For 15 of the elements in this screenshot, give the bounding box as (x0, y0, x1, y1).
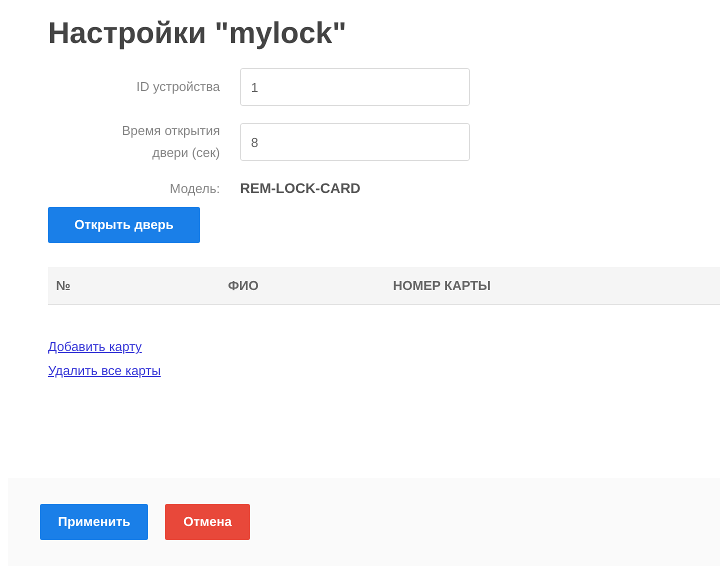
column-header: НОМЕР КАРТЫ (393, 276, 492, 295)
model-value: REM-LOCK-CARD (240, 179, 361, 198)
column-header: № (56, 276, 72, 295)
page-title: Настройки "mylock" (48, 16, 348, 52)
field-label: Время открытия двери (сек) (120, 122, 220, 162)
apply-button[interactable]: Применить (40, 504, 148, 540)
model-label: Модель: (168, 180, 220, 198)
action-link[interactable]: Добавить карту (48, 335, 142, 359)
input-field[interactable]: 8 (240, 123, 470, 161)
field-label: ID устройства (135, 78, 220, 96)
action-link[interactable]: Удалить все карты (48, 359, 161, 383)
column-header: ФИО (228, 276, 260, 295)
input-field[interactable]: 1 (240, 68, 470, 106)
cancel-button[interactable]: Отмена (165, 504, 250, 540)
open-door-button[interactable]: Открыть дверь (48, 207, 200, 243)
